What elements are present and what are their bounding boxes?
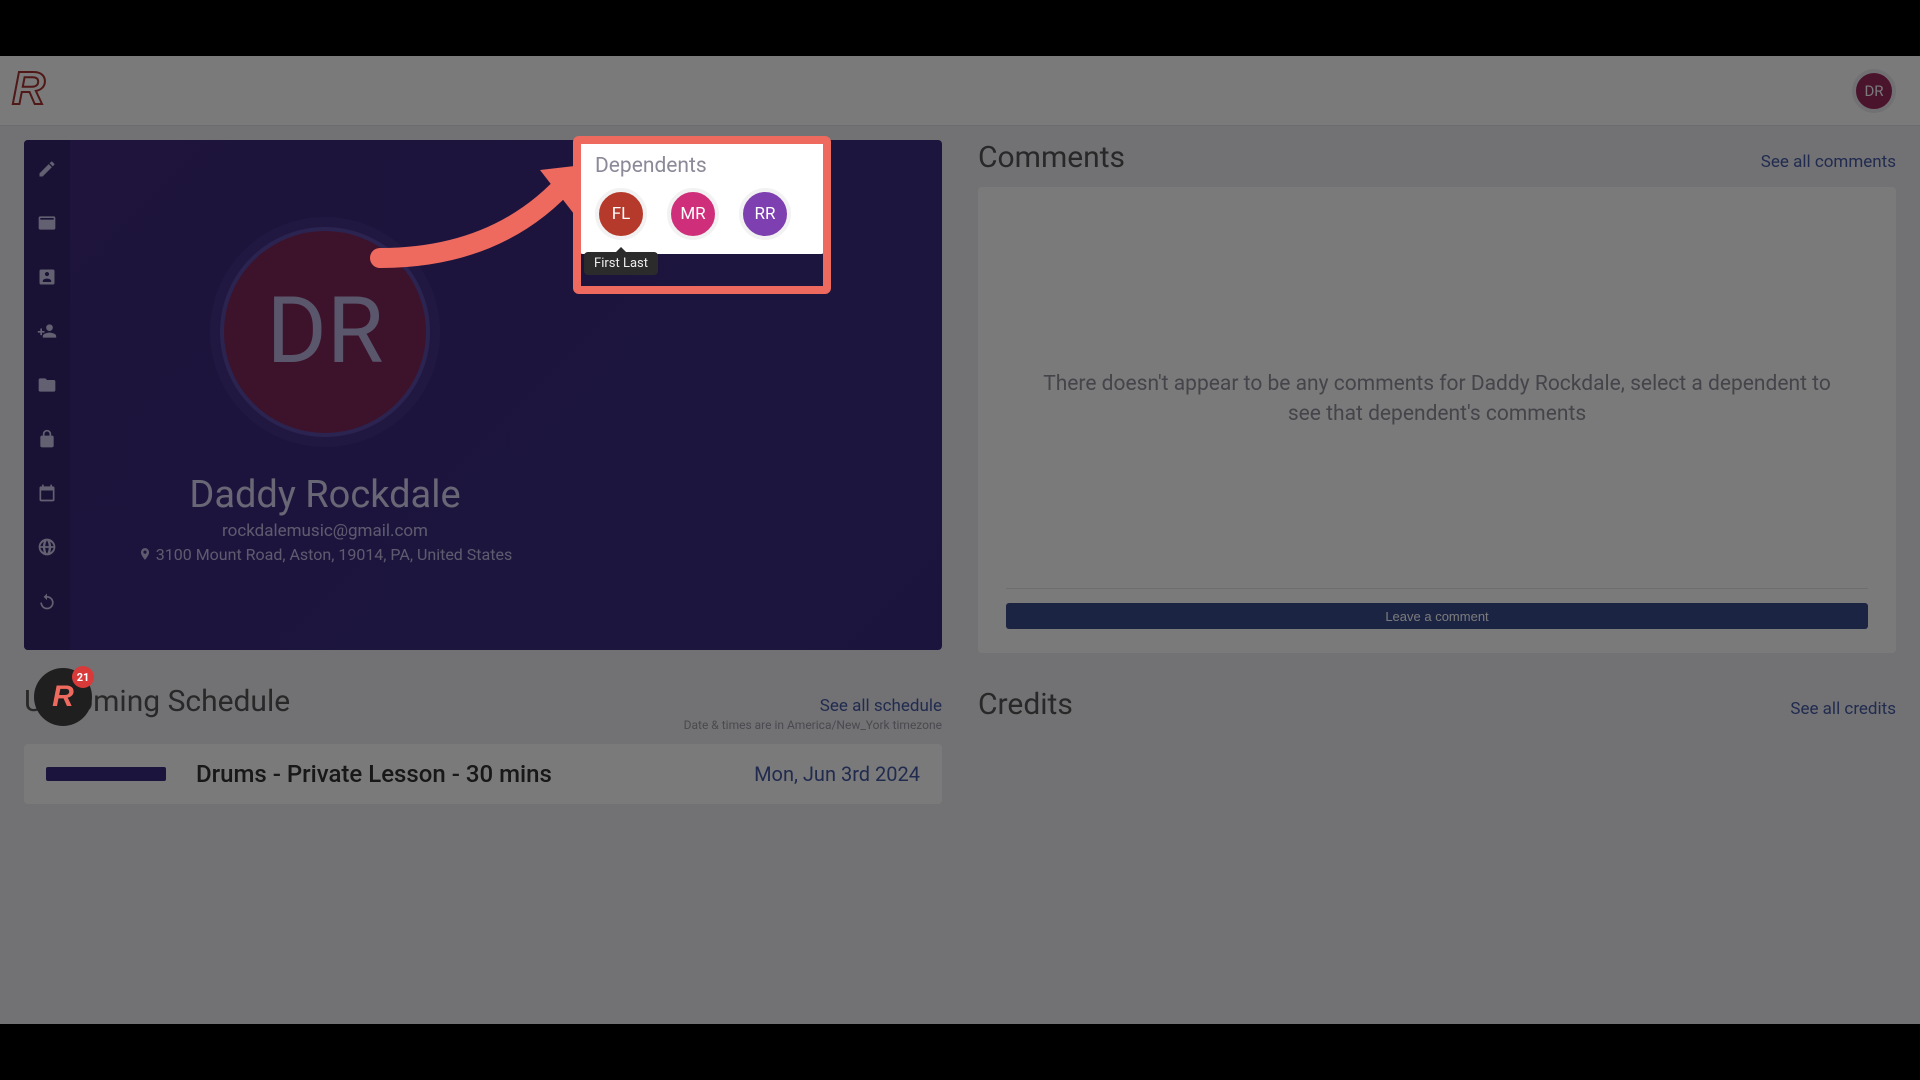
app-root: R DR bbox=[0, 56, 1920, 1024]
comments-header: Comments See all comments bbox=[978, 140, 1896, 175]
dependents-row: FL First Last MR RR bbox=[595, 188, 809, 240]
main-grid: DR Daddy Rockdale rockdalemusic@gmail.co… bbox=[0, 126, 1920, 1024]
brand-logo[interactable]: R bbox=[12, 61, 62, 121]
comments-divider bbox=[1006, 588, 1868, 589]
pin-icon bbox=[138, 547, 152, 561]
brand-logo-glyph: R bbox=[12, 62, 43, 114]
profile-email: rockdalemusic@gmail.com bbox=[222, 521, 428, 541]
letterbox-bottom bbox=[0, 1024, 1920, 1080]
dependent-initials: RR bbox=[755, 204, 776, 224]
dependent-avatar[interactable]: MR bbox=[667, 188, 719, 240]
letterbox-top bbox=[0, 0, 1920, 56]
leave-comment-button[interactable]: Leave a comment bbox=[1006, 603, 1868, 629]
credits-title: Credits bbox=[978, 687, 1073, 722]
sync-icon[interactable] bbox=[36, 590, 58, 612]
globe-icon[interactable] bbox=[36, 536, 58, 558]
dependent-initials: FL bbox=[612, 204, 631, 224]
credits-header: Credits See all credits bbox=[978, 687, 1896, 722]
profile-name: Daddy Rockdale bbox=[189, 473, 460, 517]
schedule-tz-note: Date & times are in America/New_York tim… bbox=[684, 718, 942, 732]
credit-card-icon[interactable] bbox=[36, 212, 58, 234]
folder-icon[interactable] bbox=[36, 374, 58, 396]
floating-brand-badge[interactable]: R 21 bbox=[34, 668, 92, 726]
see-all-comments-link[interactable]: See all comments bbox=[1761, 152, 1896, 172]
dependent-avatar[interactable]: FL First Last bbox=[595, 188, 647, 240]
header-user-initials: DR bbox=[1864, 82, 1883, 100]
credits-section: Credits See all credits bbox=[978, 687, 1896, 722]
comments-card: There doesn't appear to be any comments … bbox=[978, 187, 1896, 653]
see-all-schedule-link[interactable]: See all schedule bbox=[684, 696, 942, 716]
schedule-item-title: Drums - Private Lesson - 30 mins bbox=[196, 760, 552, 788]
comments-section: Comments See all comments There doesn't … bbox=[978, 140, 1896, 653]
schedule-header: Upcoming Schedule See all schedule Date … bbox=[24, 684, 942, 732]
comments-title: Comments bbox=[978, 140, 1125, 175]
schedule-item-date: Mon, Jun 3rd 2024 bbox=[754, 762, 920, 786]
see-all-credits-link[interactable]: See all credits bbox=[1790, 699, 1896, 719]
dependent-tooltip: First Last bbox=[584, 252, 658, 275]
profile-sidebar bbox=[24, 140, 70, 650]
dependents-highlight-layer: Dependents FL First Last MR RR bbox=[579, 142, 825, 254]
dependents-title: Dependents bbox=[595, 154, 809, 178]
profile-inner: DR Daddy Rockdale rockdalemusic@gmail.co… bbox=[70, 140, 580, 650]
comments-empty-text: There doesn't appear to be any comments … bbox=[1006, 211, 1868, 588]
dependents-card: Dependents FL First Last MR RR bbox=[579, 142, 825, 254]
add-user-icon[interactable] bbox=[36, 320, 58, 342]
profile-address-text: 3100 Mount Road, Aston, 19014, PA, Unite… bbox=[156, 545, 512, 564]
schedule-item-thumb bbox=[46, 767, 166, 781]
edit-icon[interactable] bbox=[36, 158, 58, 180]
dependent-initials: MR bbox=[680, 204, 705, 224]
schedule-item[interactable]: Drums - Private Lesson - 30 mins Mon, Ju… bbox=[24, 744, 942, 804]
profile-avatar: DR bbox=[220, 227, 430, 437]
calendar-icon[interactable] bbox=[36, 482, 58, 504]
schedule-section: Upcoming Schedule See all schedule Date … bbox=[24, 684, 942, 804]
floating-brand-glyph: R bbox=[52, 680, 74, 714]
header-user-avatar[interactable]: DR bbox=[1852, 69, 1896, 113]
contacts-icon[interactable] bbox=[36, 266, 58, 288]
notification-count-badge: 21 bbox=[72, 666, 94, 688]
dependent-avatar[interactable]: RR bbox=[739, 188, 791, 240]
lock-icon[interactable] bbox=[36, 428, 58, 450]
app-header: R DR bbox=[0, 56, 1920, 126]
profile-address: 3100 Mount Road, Aston, 19014, PA, Unite… bbox=[138, 545, 512, 564]
profile-avatar-initials: DR bbox=[266, 278, 383, 385]
